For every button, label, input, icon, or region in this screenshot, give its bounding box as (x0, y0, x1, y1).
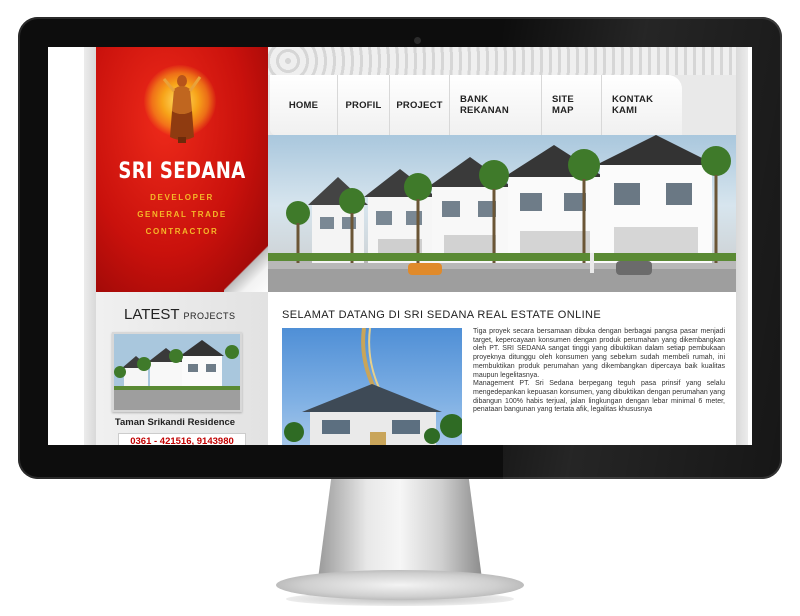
project-thumbnail[interactable] (112, 332, 242, 412)
screen: SRI SEDANA DEVELOPER GENERAL TRADE CONTR… (48, 47, 752, 445)
logo-panel[interactable]: SRI SEDANA DEVELOPER GENERAL TRADE CONTR… (96, 47, 270, 294)
nav-home[interactable]: HOME (270, 75, 338, 135)
monitor-stand (318, 479, 482, 579)
page-edge-left (84, 47, 96, 445)
brand-tagline-trade: GENERAL TRADE (137, 210, 227, 219)
latest-projects-heading: LATEST PROJECTS (124, 306, 236, 323)
nav-kontak-kami[interactable]: KONTAK KAMI (602, 75, 682, 135)
page-edge-right (736, 47, 748, 445)
brand-tagline-contractor: CONTRACTOR (145, 227, 219, 236)
webcam-icon (414, 37, 421, 44)
latest-heading-big: LATEST (124, 306, 180, 323)
welcome-paragraph-2: Management PT. Sri Sedana berpegang tegu… (473, 380, 725, 414)
monitor-base (276, 570, 524, 600)
hero-banner-image (268, 135, 736, 292)
welcome-text: Tiga proyek secara bersamaan dibuka deng… (473, 328, 725, 415)
office-photo (282, 328, 462, 445)
header-pattern (268, 47, 736, 75)
latest-projects-sidebar: LATEST PROJECTS Taman Srikandi Residence… (96, 292, 268, 445)
statue-logo-icon (162, 75, 202, 143)
welcome-heading: SELAMAT DATANG DI SRI SEDANA REAL ESTATE… (282, 309, 602, 321)
content-area: LATEST PROJECTS Taman Srikandi Residence… (96, 292, 736, 445)
main-nav: HOME PROFIL PROJECT BANK REKANAN SITE MA… (270, 75, 682, 135)
nav-site-map[interactable]: SITE MAP (542, 75, 602, 135)
page-curl-decoration (224, 242, 270, 294)
latest-heading-small: PROJECTS (183, 311, 236, 321)
brand-tagline-developer: DEVELOPER (150, 193, 214, 202)
nav-project[interactable]: PROJECT (390, 75, 450, 135)
project-name[interactable]: Taman Srikandi Residence (96, 417, 254, 428)
main-content: SELAMAT DATANG DI SRI SEDANA REAL ESTATE… (268, 292, 736, 445)
website: SRI SEDANA DEVELOPER GENERAL TRADE CONTR… (96, 47, 736, 445)
nav-profil[interactable]: PROFIL (338, 75, 390, 135)
nav-bank-rekanan[interactable]: BANK REKANAN (450, 75, 542, 135)
contact-phone: 0361 - 421516, 9143980 (118, 433, 246, 445)
welcome-paragraph-1: Tiga proyek secara bersamaan dibuka deng… (473, 328, 725, 379)
brand-name: SRI SEDANA (118, 159, 246, 184)
